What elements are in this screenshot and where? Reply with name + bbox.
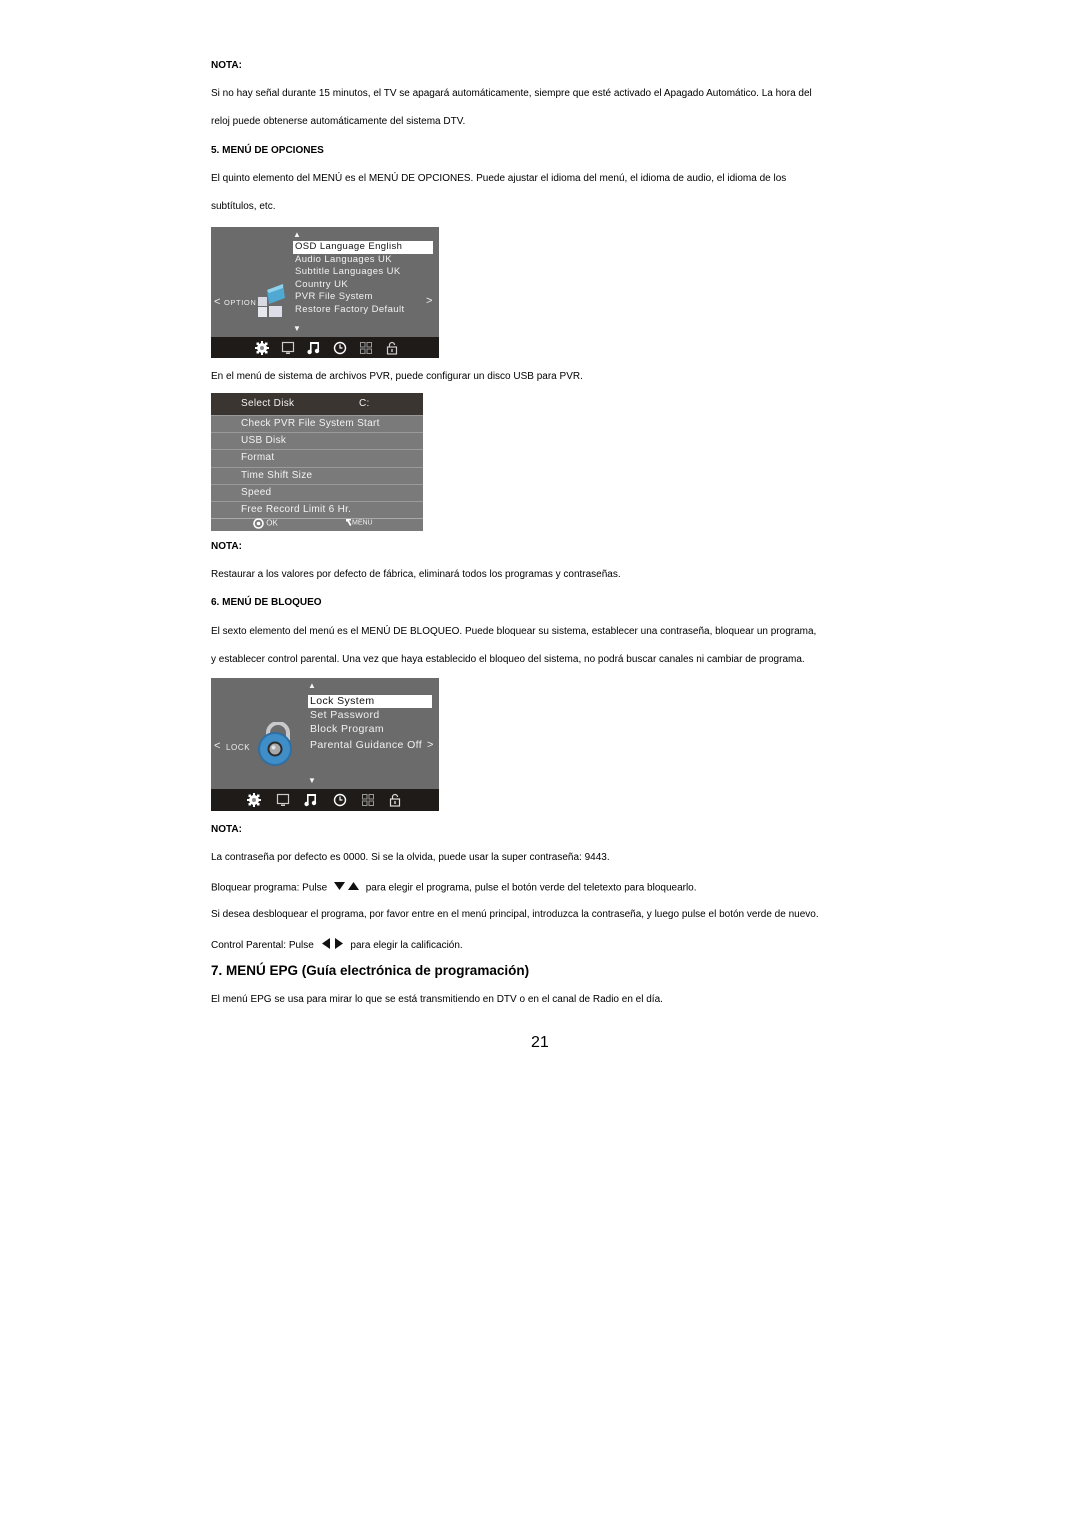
note-heading: NOTA: (211, 60, 242, 71)
paragraph: subtítulos, etc. (211, 201, 276, 212)
block-prefix: Bloquear programa: Pulse (211, 882, 328, 894)
music-icon[interactable] (306, 340, 322, 355)
note-text: Si no hay señal durante 15 minutos, el T… (211, 88, 812, 99)
ok-icon (253, 518, 264, 529)
menu-item-block-program[interactable]: Block Program (308, 722, 432, 738)
pvr-row-check[interactable]: Check PVR File System Start (211, 416, 423, 434)
pvr-row-speed[interactable]: Speed (211, 485, 423, 502)
left-right-arrows-icon (321, 938, 345, 953)
down-up-arrows-icon (333, 881, 360, 895)
parental-control-instruction: Control Parental: Pulse para elegir la c… (211, 938, 463, 953)
section-heading-epg: 7. MENÚ EPG (Guía electrónica de program… (211, 963, 530, 978)
lock-menu-screenshot: ▲ < LOCK Lock System Set Password Block … (211, 678, 439, 811)
select-disk-value: C: (359, 398, 370, 409)
menu-item-lock-system[interactable]: Lock System (308, 695, 432, 708)
pvr-row-format[interactable]: Format (211, 450, 423, 468)
section-heading-options: 5. MENÚ DE OPCIONES (211, 145, 324, 156)
note-text: reloj puede obtenerse automáticamente de… (211, 116, 466, 127)
lock-menu-list: Lock System Set Password Block Program P… (308, 695, 432, 752)
tv-icon[interactable] (280, 340, 296, 355)
paragraph: El sexto elemento del menú es el MENÚ DE… (211, 626, 817, 637)
ok-label: OK (266, 518, 278, 528)
menu-icon-bar (211, 337, 439, 358)
pvr-file-system-screenshot: Select Disk C: Check PVR File System Sta… (211, 393, 423, 531)
section-heading-lock: 6. MENÚ DE BLOQUEO (211, 597, 322, 608)
menu-item-audio-languages[interactable]: Audio Languages UK (293, 254, 433, 267)
menu-icon-bar (211, 789, 439, 811)
lock-icon[interactable] (387, 792, 403, 807)
scroll-up-icon: ▲ (308, 681, 316, 690)
option-menu-list: OSD Language English Audio Languages UK … (293, 241, 433, 317)
clock-icon[interactable] (332, 792, 348, 807)
option-menu-screenshot: ▲ < OPTION OSD Language English Audio La… (211, 227, 439, 358)
page-number: 21 (531, 1034, 549, 1051)
block-program-instruction: Bloquear programa: Pulse para elegir el … (211, 881, 697, 895)
pvr-footer: OK MENU (211, 517, 423, 531)
parental-prefix: Control Parental: Pulse (211, 940, 314, 952)
note-text: Restaurar a los valores por defecto de f… (211, 569, 621, 580)
pvr-row-usb-disk[interactable]: USB Disk (211, 433, 423, 451)
select-disk-label: Select Disk (241, 398, 295, 409)
scroll-down-icon: ▼ (293, 324, 301, 333)
menu-item-set-password[interactable]: Set Password (308, 708, 432, 722)
grid-icon[interactable] (358, 340, 374, 355)
paragraph: El menú EPG se usa para mirar lo que se … (211, 994, 663, 1005)
menu-label: MENU (352, 519, 373, 527)
left-arrow: < (214, 296, 221, 308)
menu-item-pvr-file-system[interactable]: PVR File System (293, 291, 433, 304)
gear-icon[interactable] (246, 792, 262, 807)
padlock-icon (256, 721, 296, 773)
grid-icon[interactable] (360, 792, 376, 807)
paragraph: En el menú de sistema de archivos PVR, p… (211, 371, 583, 382)
note-heading: NOTA: (211, 541, 242, 552)
note-text: La contraseña por defecto es 0000. Si se… (211, 852, 610, 863)
note-text: Si desea desbloquear el programa, por fa… (211, 909, 819, 920)
gear-icon[interactable] (254, 340, 270, 355)
option-icon (256, 284, 286, 323)
tv-icon[interactable] (275, 792, 291, 807)
note-heading: NOTA: (211, 824, 242, 835)
clock-icon[interactable] (332, 340, 348, 355)
menu-item-subtitle-languages[interactable]: Subtitle Languages UK (293, 266, 433, 279)
scroll-up-icon: ▲ (293, 230, 301, 239)
menu-hint: MENU (346, 519, 373, 526)
parental-suffix: para elegir la calificación. (350, 940, 463, 952)
menu-item-osd-language[interactable]: OSD Language English (293, 241, 433, 254)
menu-item-restore-factory-default[interactable]: Restore Factory Default (293, 304, 433, 317)
block-suffix: para elegir el programa, pulse el botón … (365, 882, 697, 894)
ok-hint: OK (253, 518, 278, 529)
paragraph: y establecer control parental. Una vez q… (211, 654, 805, 665)
right-arrow: > (427, 739, 434, 751)
left-arrow: < (214, 740, 221, 752)
paragraph: El quinto elemento del MENÚ es el MENÚ D… (211, 173, 787, 184)
select-disk-row[interactable]: Select Disk C: (211, 393, 423, 416)
menu-item-parental-guidance[interactable]: Parental Guidance Off (308, 738, 432, 752)
lock-side-label: LOCK (226, 743, 251, 752)
menu-item-country[interactable]: Country UK (293, 279, 433, 292)
scroll-down-icon: ▼ (308, 776, 316, 785)
option-side-label: OPTION (224, 298, 257, 307)
pvr-row-time-shift-size[interactable]: Time Shift Size (211, 468, 423, 485)
music-icon[interactable] (303, 792, 319, 807)
right-arrow: > (426, 295, 433, 307)
lock-icon[interactable] (384, 340, 400, 355)
